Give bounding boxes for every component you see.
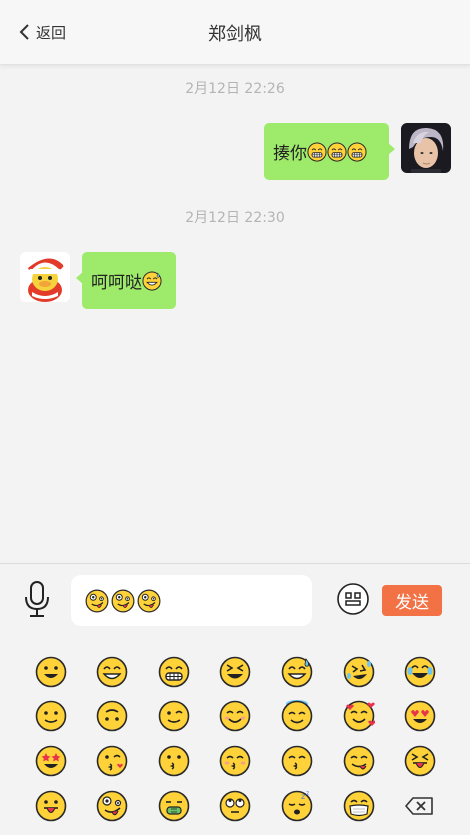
emoji-key-kissing-heart[interactable] bbox=[92, 741, 132, 781]
tears-of-joy-icon bbox=[404, 656, 436, 688]
message-bubble-received[interactable]: 呵呵哒 bbox=[76, 252, 176, 309]
tongue-icon bbox=[35, 790, 67, 822]
message-input[interactable] bbox=[71, 575, 312, 626]
emoji-key-kissing-smiling[interactable] bbox=[277, 741, 317, 781]
grin-teeth-icon bbox=[158, 656, 190, 688]
beaming-icon bbox=[96, 656, 128, 688]
emoji-key-sleeping[interactable]: zz bbox=[277, 786, 317, 826]
message-text: 揍你 bbox=[273, 144, 307, 164]
santa-duck-avatar-icon bbox=[20, 252, 70, 302]
zany-icon bbox=[96, 790, 128, 822]
emoji-key-kissing-blush[interactable] bbox=[215, 741, 255, 781]
grin-teeth-icon bbox=[327, 141, 347, 162]
wink-icon bbox=[158, 700, 190, 732]
backspace-icon bbox=[405, 797, 433, 815]
star-struck-icon bbox=[35, 745, 67, 777]
emoji-key-kissing[interactable] bbox=[154, 741, 194, 781]
halo-icon bbox=[281, 700, 313, 732]
svg-text:z: z bbox=[301, 792, 305, 801]
emoji-key-mask[interactable] bbox=[339, 786, 379, 826]
emoji-key-wink[interactable] bbox=[154, 696, 194, 736]
message-bubble-sent[interactable]: 揍你 bbox=[264, 123, 395, 180]
upside-down-icon bbox=[96, 700, 128, 732]
emoji-key-rofl[interactable] bbox=[339, 652, 379, 692]
grinning-icon bbox=[35, 656, 67, 688]
svg-text:z: z bbox=[306, 790, 309, 797]
squint-tongue-icon bbox=[404, 745, 436, 777]
emoji-key-grinning[interactable] bbox=[31, 652, 71, 692]
emoji-key-sweat-smile[interactable] bbox=[277, 652, 317, 692]
sweat-smile-icon bbox=[142, 270, 162, 291]
kissing-icon bbox=[158, 745, 190, 777]
sleeping-icon: zz bbox=[281, 790, 313, 822]
mask-icon bbox=[343, 790, 375, 822]
emoji-key-slight-smile[interactable] bbox=[31, 696, 71, 736]
grin-teeth-icon bbox=[347, 141, 367, 162]
message-emojis bbox=[142, 270, 162, 291]
own-avatar[interactable] bbox=[401, 123, 451, 173]
emoji-key-star-struck[interactable] bbox=[31, 741, 71, 781]
heart-eyes-icon bbox=[404, 700, 436, 732]
male-avatar-photo-icon bbox=[401, 123, 451, 173]
emoji-key-squinting-laugh[interactable] bbox=[215, 652, 255, 692]
rofl-icon bbox=[343, 656, 375, 688]
microphone-icon bbox=[25, 581, 49, 617]
hearts-face-icon bbox=[343, 700, 375, 732]
zany-icon bbox=[85, 589, 109, 612]
emoji-key-tears-of-joy[interactable] bbox=[400, 652, 440, 692]
chat-title: 郑剑枫 bbox=[208, 24, 262, 45]
squinting-laugh-icon bbox=[219, 656, 251, 688]
emoji-panel: zz bbox=[0, 636, 470, 835]
message-emojis bbox=[307, 141, 367, 162]
emoji-key-heart-eyes[interactable] bbox=[400, 696, 440, 736]
rolling-eyes-icon bbox=[219, 790, 251, 822]
keyboard-toggle-button[interactable] bbox=[336, 582, 370, 616]
emoji-key-money-mouth[interactable] bbox=[154, 786, 194, 826]
grin-teeth-icon bbox=[307, 141, 327, 162]
sweat-smile-icon bbox=[281, 656, 313, 688]
keyboard-emoji-toggle-icon bbox=[337, 583, 369, 615]
message-timestamp: 2月12日 22:26 bbox=[185, 81, 285, 97]
emoji-key-zany[interactable] bbox=[92, 786, 132, 826]
emoji-key-smiling-eyes[interactable] bbox=[215, 696, 255, 736]
emoji-key-hearts-face[interactable] bbox=[339, 696, 379, 736]
yum-icon bbox=[343, 745, 375, 777]
emoji-key-yum[interactable] bbox=[339, 741, 379, 781]
message-timestamp: 2月12日 22:30 bbox=[185, 210, 285, 226]
emoji-key-squint-tongue[interactable] bbox=[400, 741, 440, 781]
message-text: 呵呵哒 bbox=[91, 273, 142, 293]
emoji-key-beaming[interactable] bbox=[92, 652, 132, 692]
zany-icon bbox=[137, 589, 161, 612]
chat-header: 返回 郑剑枫 bbox=[0, 0, 470, 65]
emoji-key-rolling-eyes[interactable] bbox=[215, 786, 255, 826]
smiling-eyes-icon bbox=[219, 700, 251, 732]
voice-input-button[interactable] bbox=[22, 581, 52, 619]
zany-icon bbox=[111, 589, 135, 612]
emoji-key-tongue[interactable] bbox=[31, 786, 71, 826]
composer-bar: 发送 bbox=[0, 563, 470, 636]
emoji-key-upside-down[interactable] bbox=[92, 696, 132, 736]
send-button[interactable]: 发送 bbox=[382, 585, 442, 616]
kissing-heart-icon bbox=[96, 745, 128, 777]
contact-avatar[interactable] bbox=[20, 252, 70, 302]
kissing-blush-icon bbox=[219, 745, 251, 777]
slight-smile-icon bbox=[35, 700, 67, 732]
emoji-key-halo[interactable] bbox=[277, 696, 317, 736]
emoji-key-grin-teeth[interactable] bbox=[154, 652, 194, 692]
money-mouth-icon bbox=[158, 790, 190, 822]
draft-emojis bbox=[85, 589, 163, 613]
backspace-button[interactable] bbox=[400, 786, 440, 826]
kissing-smiling-icon bbox=[281, 745, 313, 777]
